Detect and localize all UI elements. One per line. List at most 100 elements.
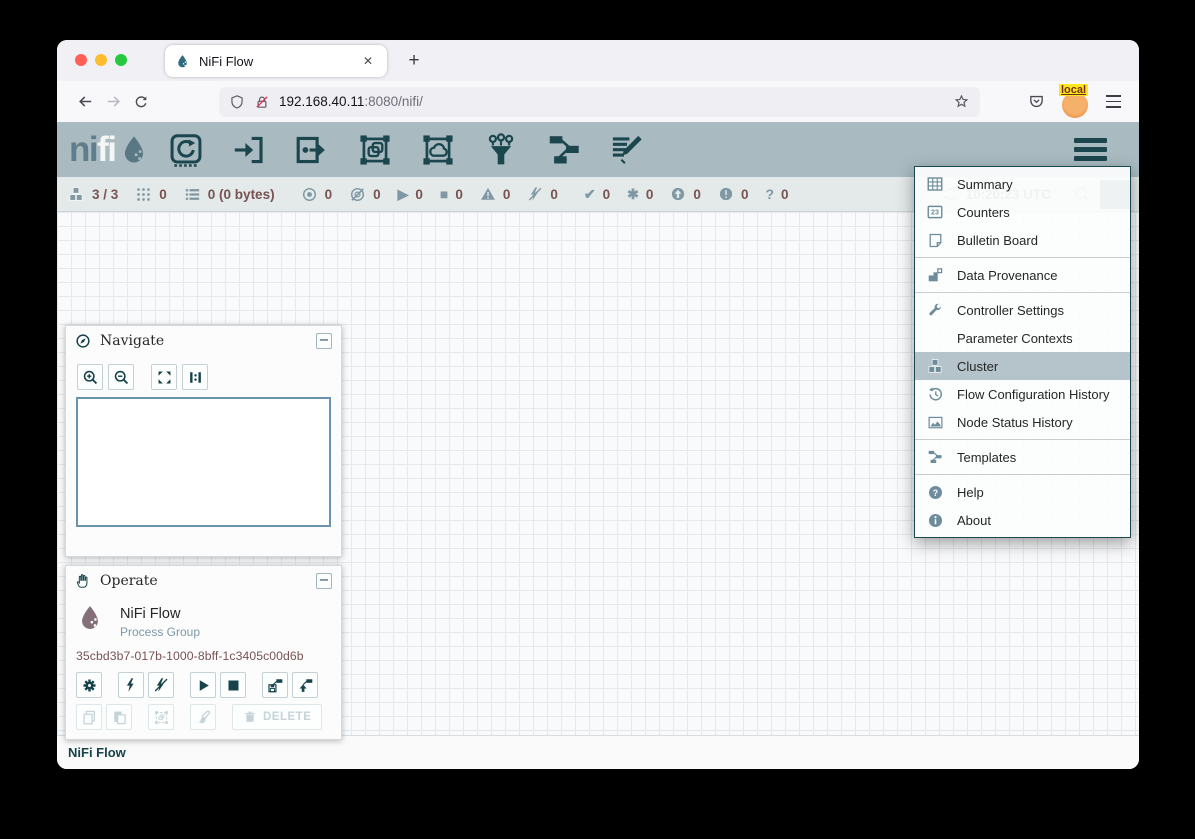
- bookmark-star-icon[interactable]: [953, 93, 970, 110]
- menu-item-templates[interactable]: Templates: [915, 443, 1130, 471]
- save-template-button[interactable]: [262, 672, 288, 698]
- stale-status: 0: [670, 186, 701, 202]
- browser-menu-button[interactable]: [1102, 89, 1125, 113]
- insecure-lock-icon[interactable]: [254, 94, 270, 110]
- active-threads-status: 0: [135, 186, 167, 203]
- global-menu-button[interactable]: [1070, 134, 1111, 165]
- menu-item-bulletin-board[interactable]: Bulletin Board: [915, 226, 1130, 254]
- menu-divider: [915, 292, 1130, 293]
- transmitting-status: 0: [301, 186, 333, 203]
- queued-icon: [184, 186, 201, 203]
- menu-item-about[interactable]: About: [915, 506, 1130, 534]
- zoom-out-button[interactable]: [108, 364, 134, 390]
- disable-button[interactable]: [148, 672, 174, 698]
- disabled-icon: [527, 186, 543, 202]
- tab-title: NiFi Flow: [199, 54, 359, 69]
- remote-process-group-component-button[interactable]: [418, 129, 458, 171]
- enable-button[interactable]: [118, 672, 144, 698]
- url-text[interactable]: 192.168.40.11:8080/nifi/: [279, 94, 944, 109]
- menu-item-parameter-contexts[interactable]: Parameter Contexts: [915, 324, 1130, 352]
- funnel-component-button[interactable]: [481, 129, 521, 171]
- profile-avatar[interactable]: local: [1062, 88, 1090, 116]
- compass-icon: [75, 333, 91, 349]
- url-bar[interactable]: 192.168.40.11:8080/nifi/: [219, 87, 980, 117]
- reload-button[interactable]: [127, 88, 155, 116]
- cluster-icon: [67, 185, 85, 203]
- operate-palette: Operate − NiFi Flow Process Group 35cbd3…: [65, 565, 342, 740]
- upload-template-button[interactable]: [292, 672, 318, 698]
- chart-area-icon: [926, 414, 944, 431]
- menu-item-summary[interactable]: Summary: [915, 170, 1130, 198]
- start-button[interactable]: [190, 672, 216, 698]
- selected-component-type: Process Group: [120, 625, 200, 639]
- forward-button[interactable]: [99, 88, 127, 116]
- menu-item-cluster[interactable]: Cluster: [915, 352, 1130, 380]
- zoom-fit-button[interactable]: [151, 364, 177, 390]
- template-component-button[interactable]: [544, 129, 584, 171]
- not-transmitting-count: 0: [373, 187, 381, 202]
- output-port-component-button[interactable]: [292, 129, 332, 171]
- locally-modified-stale-count: 0: [741, 187, 749, 202]
- menu-item-help[interactable]: Help: [915, 478, 1130, 506]
- delete-button[interactable]: DELETE: [232, 704, 322, 730]
- change-color-button[interactable]: [190, 704, 216, 730]
- window-close-button[interactable]: [75, 54, 87, 66]
- configure-button[interactable]: [76, 672, 102, 698]
- running-count: 0: [415, 187, 423, 202]
- menu-item-node-status-history[interactable]: Node Status History: [915, 408, 1130, 436]
- birdseye-map[interactable]: [76, 397, 331, 527]
- up-to-date-icon: ✔: [584, 187, 596, 201]
- disabled-count: 0: [550, 187, 558, 202]
- zoom-actual-size-button[interactable]: [182, 364, 208, 390]
- disabled-status: 0: [527, 186, 558, 202]
- menu-divider: [915, 474, 1130, 475]
- processor-component-button[interactable]: [166, 129, 206, 171]
- connected-nodes-count: 3 / 3: [92, 187, 118, 202]
- cluster-cubes-icon: [926, 357, 944, 375]
- sync-failure-icon: ?: [765, 187, 774, 201]
- summary-table-icon: [926, 175, 944, 193]
- stale-count: 0: [693, 187, 701, 202]
- active-threads-count: 0: [159, 187, 167, 202]
- locally-modified-stale-status: 0: [718, 186, 749, 202]
- component-toolbar: [166, 129, 647, 171]
- menu-item-controller-settings[interactable]: Controller Settings: [915, 296, 1130, 324]
- new-tab-button[interactable]: +: [401, 48, 427, 74]
- browser-tab-strip: NiFi Flow ✕ +: [57, 40, 1139, 81]
- locally-modified-icon: ✱: [627, 187, 639, 201]
- navigate-collapse-button[interactable]: −: [316, 333, 332, 349]
- locally-modified-status: ✱0: [627, 187, 653, 202]
- global-menu: Summary Counters Bulletin Board Data Pro…: [914, 166, 1131, 538]
- zoom-in-button[interactable]: [77, 364, 103, 390]
- tracking-protection-shield-icon[interactable]: [229, 94, 245, 110]
- tab-close-icon[interactable]: ✕: [359, 52, 377, 70]
- back-button[interactable]: [71, 88, 99, 116]
- nifi-app: nifi 3 / 3 0 0 (0 b: [57, 122, 1139, 769]
- stop-button[interactable]: [220, 672, 246, 698]
- url-host: 192.168.40.11: [279, 94, 364, 109]
- label-component-button[interactable]: [607, 129, 647, 171]
- navigate-header: Navigate −: [66, 326, 341, 356]
- selected-component-info: NiFi Flow Process Group: [76, 601, 331, 639]
- pocket-icon[interactable]: [1022, 88, 1050, 116]
- menu-item-flow-configuration-history[interactable]: Flow Configuration History: [915, 380, 1130, 408]
- window-minimize-button[interactable]: [95, 54, 107, 66]
- up-to-date-count: 0: [603, 187, 611, 202]
- invalid-count: 0: [503, 187, 511, 202]
- group-button[interactable]: [148, 704, 174, 730]
- menu-item-counters[interactable]: Counters: [915, 198, 1130, 226]
- operate-buttons-row-1: [76, 672, 331, 698]
- up-to-date-status: ✔0: [584, 187, 610, 202]
- operate-collapse-button[interactable]: −: [316, 573, 332, 589]
- trash-icon: [243, 710, 257, 724]
- menu-item-data-provenance[interactable]: Data Provenance: [915, 261, 1130, 289]
- process-group-component-button[interactable]: [355, 129, 395, 171]
- browser-tab[interactable]: NiFi Flow ✕: [165, 45, 387, 77]
- window-zoom-button[interactable]: [115, 54, 127, 66]
- paste-button[interactable]: [106, 704, 132, 730]
- breadcrumb-item[interactable]: NiFi Flow: [68, 745, 126, 760]
- copy-button[interactable]: [76, 704, 102, 730]
- input-port-component-button[interactable]: [229, 129, 269, 171]
- running-icon: ▶: [398, 187, 409, 201]
- history-icon: [926, 386, 944, 403]
